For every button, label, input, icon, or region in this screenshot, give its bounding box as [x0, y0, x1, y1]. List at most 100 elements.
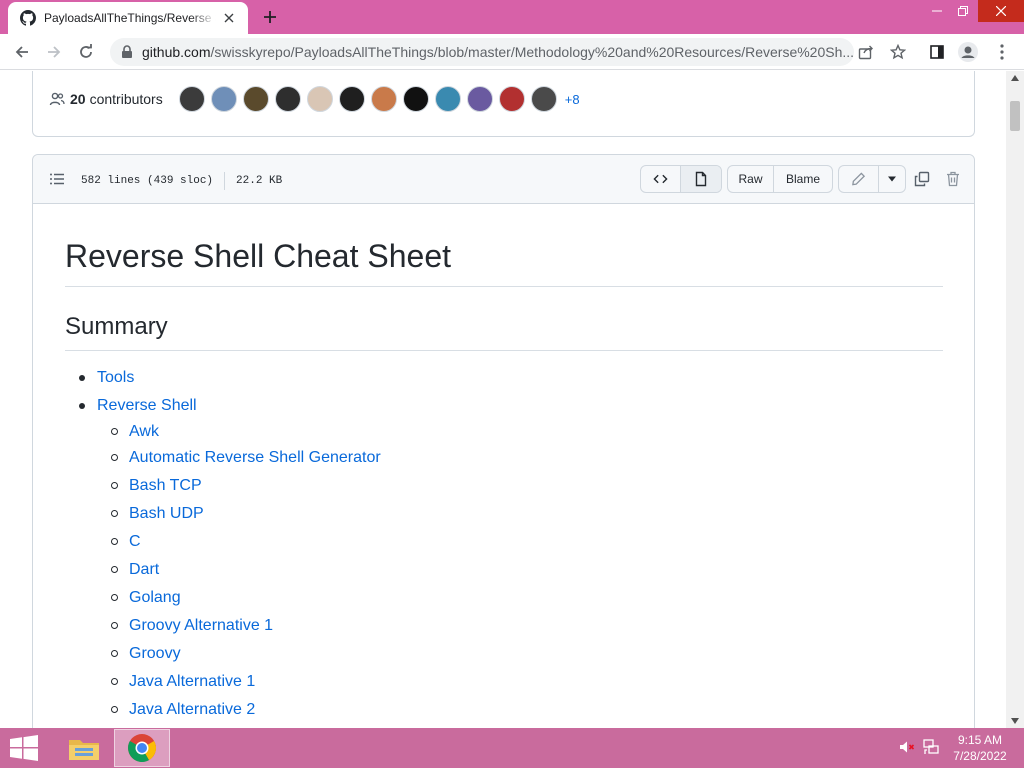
windows-taskbar: 9:15 AM 7/28/2022: [0, 728, 1024, 768]
share-icon[interactable]: [856, 42, 876, 62]
pencil-icon: [852, 172, 866, 186]
scroll-up-arrow-icon[interactable]: [1011, 75, 1019, 81]
avatar[interactable]: [242, 86, 269, 112]
toc-link-automatic-reverse-shell-generator[interactable]: Automatic Reverse Shell Generator: [129, 449, 381, 467]
raw-button[interactable]: Raw: [728, 166, 774, 192]
address-bar[interactable]: github.com/swisskyrepo/PayloadsAllTheThi…: [110, 38, 854, 66]
contributors-label[interactable]: contributors: [90, 91, 163, 107]
browser-tab[interactable]: PayloadsAllTheThings/Reverse Shell Cheat…: [8, 2, 248, 34]
toc-link-bash-udp[interactable]: Bash UDP: [129, 505, 204, 523]
toc-link-awk[interactable]: Awk: [129, 423, 159, 441]
file-box: 582 lines (439 sloc) 22.2 KB Raw Blame R…: [32, 154, 975, 728]
forward-arrow-icon: [48, 46, 61, 58]
avatar[interactable]: [466, 86, 493, 112]
bullet-circle: [111, 650, 118, 657]
close-window-button[interactable]: [978, 0, 1024, 22]
delete-file-button[interactable]: [944, 170, 962, 188]
bullet-circle: [111, 622, 118, 629]
toc-link-reverse-shell[interactable]: Reverse Shell: [97, 397, 197, 415]
avatar[interactable]: [370, 86, 397, 112]
toc-link-java-alternative-2[interactable]: Java Alternative 2: [129, 701, 255, 719]
forward-button[interactable]: [40, 38, 68, 66]
avatar[interactable]: [178, 86, 205, 112]
more-contributors-link[interactable]: +8: [565, 92, 580, 107]
toc-link-groovy-alternative-1[interactable]: Groovy Alternative 1: [129, 617, 273, 635]
browser-titlebar: PayloadsAllTheThings/Reverse Shell Cheat…: [0, 0, 1024, 34]
code-view-button[interactable]: [641, 166, 681, 192]
avatar[interactable]: [210, 86, 237, 112]
avatar[interactable]: [306, 86, 333, 112]
list-item: Groovy: [65, 640, 943, 668]
contributors-box: 20 contributors +8: [32, 71, 975, 137]
file-info: 582 lines (439 sloc) 22.2 KB: [81, 172, 282, 190]
system-clock[interactable]: 9:15 AM 7/28/2022: [944, 732, 1016, 764]
toc-link-golang[interactable]: Golang: [129, 589, 181, 607]
bookmark-star-icon[interactable]: [888, 42, 908, 62]
bullet-circle: [111, 482, 118, 489]
avatar[interactable]: [338, 86, 365, 112]
page-title: Reverse Shell Cheat Sheet: [65, 236, 943, 287]
toc-link-dart[interactable]: Dart: [129, 561, 159, 579]
outline-list-icon[interactable]: [49, 171, 65, 187]
toc-link-tools[interactable]: Tools: [97, 369, 134, 387]
toc-link-bash-tcp[interactable]: Bash TCP: [129, 477, 202, 495]
avatar[interactable]: [530, 86, 557, 112]
scroll-down-arrow-icon[interactable]: [1011, 718, 1019, 724]
file-info-separator: [224, 172, 226, 190]
scrollbar-thumb[interactable]: [1010, 101, 1020, 131]
triangle-down-icon: [888, 176, 896, 182]
list-item: Golang: [65, 584, 943, 612]
url-host: github.com: [142, 44, 211, 60]
blame-button[interactable]: Blame: [774, 166, 832, 192]
copy-icon: [914, 171, 930, 187]
network-icon[interactable]: [922, 738, 940, 756]
restore-button[interactable]: [948, 0, 978, 22]
edit-dropdown-button[interactable]: [879, 166, 905, 192]
bullet-circle: [111, 538, 118, 545]
avatar[interactable]: [402, 86, 429, 112]
back-arrow-icon: [15, 46, 28, 58]
edit-button[interactable]: [839, 166, 879, 192]
url-path: /swisskyrepo/PayloadsAllTheThings/blob/m…: [210, 44, 854, 60]
menu-kebab-icon[interactable]: [992, 42, 1012, 62]
people-icon: [49, 92, 65, 106]
contributors-count[interactable]: 20: [70, 91, 86, 107]
list-item: Bash TCP: [65, 472, 943, 500]
list-item: Java Alternative 2: [65, 696, 943, 724]
bullet-circle: [111, 706, 118, 713]
toc-link-java-alternative-1[interactable]: Java Alternative 1: [129, 673, 255, 691]
bullet-circle: [111, 454, 118, 461]
volume-muted-icon[interactable]: [898, 738, 916, 756]
chrome-taskbar-button[interactable]: [114, 729, 170, 767]
chrome-icon: [128, 734, 156, 762]
list-item: Reverse Shell: [65, 392, 943, 420]
avatar[interactable]: [434, 86, 461, 112]
view-toggle-group: [640, 165, 722, 193]
avatar[interactable]: [274, 86, 301, 112]
bullet-disc: [79, 403, 85, 409]
code-icon: [653, 174, 668, 184]
profile-icon[interactable]: [958, 42, 978, 62]
bullet-circle: [111, 594, 118, 601]
tab-close-icon[interactable]: [220, 9, 238, 27]
avatar[interactable]: [498, 86, 525, 112]
list-item: C: [65, 528, 943, 556]
url-text: github.com/swisskyrepo/PayloadsAllTheThi…: [142, 44, 854, 60]
copy-raw-button[interactable]: [913, 170, 931, 188]
back-button[interactable]: [8, 38, 36, 66]
file-icon: [695, 171, 707, 187]
windows-start-icon[interactable]: [8, 734, 40, 762]
file-size: 22.2 KB: [236, 175, 283, 187]
file-explorer-taskbar-button[interactable]: [56, 729, 112, 767]
toc-link-groovy[interactable]: Groovy: [129, 645, 181, 663]
side-panel-icon[interactable]: [927, 42, 947, 62]
reload-button[interactable]: [72, 38, 100, 66]
toc-link-c[interactable]: C: [129, 533, 141, 551]
clock-date: 7/28/2022: [953, 749, 1007, 763]
list-item: Awk: [65, 420, 943, 444]
reload-icon: [80, 44, 92, 58]
new-tab-button[interactable]: [258, 6, 282, 28]
preview-view-button[interactable]: [681, 166, 721, 192]
page-scrollbar[interactable]: [1006, 71, 1024, 728]
bullet-circle: [111, 510, 118, 517]
